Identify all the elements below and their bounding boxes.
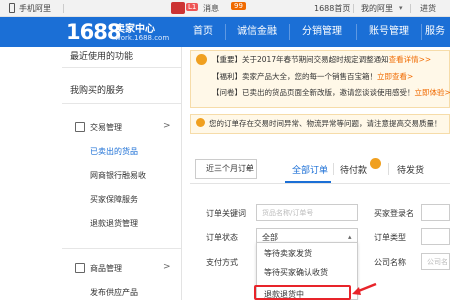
status-option[interactable]: 等待卖家发货 xyxy=(264,248,312,259)
order-type-label: 订单类型 xyxy=(374,233,406,242)
notice-item: 【福利】卖家产品大全，您的每一个销售百宝箱！立即查看> xyxy=(212,71,413,82)
warning-icon xyxy=(196,118,205,127)
nav-divider xyxy=(289,24,290,40)
sidebar-item-refund[interactable]: 退款退货管理 xyxy=(90,218,138,229)
notice-text: 关于2017年春节期间交易超时规定调整通知 xyxy=(242,55,389,64)
company-placeholder: 公司名 xyxy=(427,258,448,266)
nav-distribution[interactable]: 分销管理 xyxy=(291,17,353,47)
main-header: 1688 卖家中心 work.1688.com 首页 诚信金融 分销管理 账号管… xyxy=(0,17,450,47)
chevron-right-icon[interactable]: > xyxy=(163,262,171,272)
pointer-arrow-icon xyxy=(352,282,377,295)
sidebar-item-publish[interactable]: 发布供应产品 xyxy=(90,287,138,298)
nav-divider xyxy=(421,24,422,40)
keyword-placeholder: 货品名称/订单号 xyxy=(262,209,314,217)
notice-text: 已卖出的货品页面全新改版，邀请您谈谈使用感受！ xyxy=(242,88,415,97)
trade-management-icon xyxy=(75,122,85,132)
keyword-label: 订单关键词 xyxy=(206,209,246,218)
notice-icon xyxy=(196,54,207,65)
chevron-right-icon[interactable]: > xyxy=(163,121,171,131)
tab-count-badge xyxy=(370,158,381,169)
sidebar-bought-services[interactable]: 我购买的服务 xyxy=(70,83,124,96)
sidebar-recent-functions[interactable]: 最近使用的功能 xyxy=(70,49,133,62)
logo-url: work.1688.com xyxy=(115,34,170,42)
order-status-label: 订单状态 xyxy=(206,233,238,242)
sidebar-group-trade[interactable]: 交易管理 xyxy=(90,122,122,133)
notice-item: 【问卷】已卖出的货品页面全新改版，邀请您谈谈使用感受！立即体验>> xyxy=(212,87,450,98)
notice-item: 【重要】关于2017年春节期间交易超时规定调整通知查看详情>> xyxy=(212,54,431,65)
nav-service[interactable]: 服务 xyxy=(425,17,450,47)
divider xyxy=(62,103,181,104)
mobile-phone-icon[interactable] xyxy=(9,3,15,13)
divider xyxy=(410,4,411,13)
order-type-select[interactable] xyxy=(421,228,450,245)
nav-divider xyxy=(356,24,357,40)
company-name-input[interactable]: 公司名 xyxy=(421,253,450,270)
chevron-up-icon[interactable]: ▴ xyxy=(348,233,352,241)
nav-home[interactable]: 首页 xyxy=(183,17,223,47)
sidebar-item-mybank[interactable]: 网商银行融易收 xyxy=(90,170,146,181)
messages-count-badge: 99 xyxy=(231,2,246,10)
notice-text: 卖家产品大全，您的每一个销售百宝箱！ xyxy=(242,72,377,81)
messages-link[interactable]: 消息 xyxy=(203,3,219,14)
divider xyxy=(353,4,354,13)
top-bar: 手机阿里 L1 消息 99 1688首页 我的阿里 ▾ 进货 xyxy=(0,0,450,17)
tabs-divider xyxy=(190,183,450,184)
chevron-down-icon: ▾ xyxy=(246,165,250,173)
divider xyxy=(62,248,181,249)
divider xyxy=(63,4,64,13)
product-management-icon xyxy=(75,263,85,273)
home-link[interactable]: 1688首页 xyxy=(314,3,350,14)
tab-pending-shipment[interactable]: 待发货 xyxy=(397,163,424,176)
divider xyxy=(62,67,181,68)
status-option[interactable]: 等待买家确认收货 xyxy=(264,267,328,278)
company-name-label: 公司名称 xyxy=(374,258,406,267)
logo-title: 卖家中心 xyxy=(115,24,155,35)
level-badge: L1 xyxy=(186,3,199,11)
nav-divider xyxy=(225,24,226,40)
notice-link[interactable]: 立即体验>> xyxy=(415,88,450,97)
payment-method-label: 支付方式 xyxy=(206,258,238,267)
buyer-login-label: 买家登录名 xyxy=(374,209,414,218)
chevron-down-icon: ▾ xyxy=(399,4,403,12)
sidebar-item-buyer-protection[interactable]: 买家保障服务 xyxy=(90,194,138,205)
logo-number[interactable]: 1688 xyxy=(66,20,121,44)
divider xyxy=(388,163,389,175)
warning-text: 您的订单存在交易时间异常、物流异常等问题，请注意提高交易质量！ xyxy=(209,119,442,128)
tab-all-orders[interactable]: 全部订单 xyxy=(292,163,328,176)
notice-link[interactable]: 查看详情>> xyxy=(389,55,432,64)
divider xyxy=(333,163,334,175)
keyword-input[interactable]: 货品名称/订单号 xyxy=(256,204,358,221)
mobile-ali-link[interactable]: 手机阿里 xyxy=(19,3,51,14)
tab-pending-payment[interactable]: 待付款 xyxy=(340,163,367,176)
nav-credit-finance[interactable]: 诚信金融 xyxy=(227,17,287,47)
sidebar-item-sold-goods[interactable]: 已卖出的货品 xyxy=(90,146,138,157)
avatar[interactable] xyxy=(171,2,185,14)
sidebar-group-product[interactable]: 商品管理 xyxy=(90,263,122,274)
nav-account[interactable]: 账号管理 xyxy=(358,17,420,47)
purchase-link[interactable]: 进货 xyxy=(420,3,436,14)
my-ali-link[interactable]: 我的阿里 xyxy=(361,3,393,14)
notice-tag: 【问卷】 xyxy=(212,88,242,97)
notice-link[interactable]: 立即查看> xyxy=(377,72,413,81)
buyer-login-input[interactable] xyxy=(421,204,450,221)
notice-tag: 【重要】 xyxy=(212,55,242,64)
notice-tag: 【福利】 xyxy=(212,72,242,81)
highlight-box xyxy=(254,285,351,300)
